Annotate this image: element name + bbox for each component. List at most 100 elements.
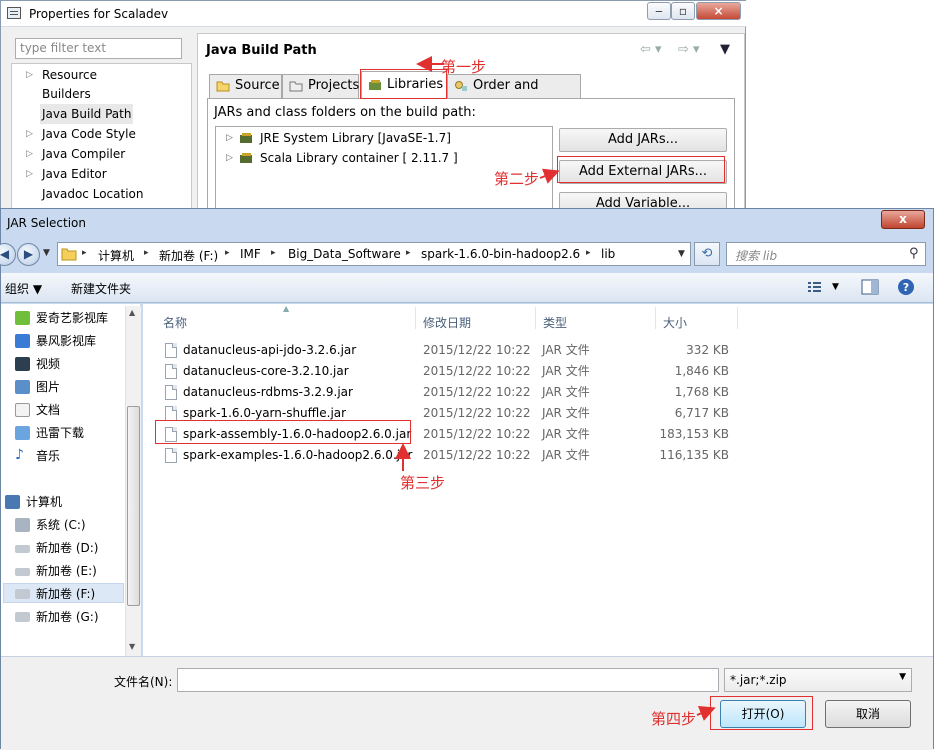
breadcrumb-imf[interactable]: IMF bbox=[240, 247, 261, 261]
view-options-icon[interactable] bbox=[806, 279, 824, 295]
back-arrow-icon[interactable]: ⇦ ▾ bbox=[640, 42, 662, 57]
nav-item-drive-f[interactable]: 新加卷 (F:) bbox=[3, 583, 124, 603]
nav-item-drive-e[interactable]: 新加卷 (E:) bbox=[15, 561, 123, 581]
properties-close-button[interactable]: × bbox=[696, 2, 741, 20]
tree-item-java-compiler[interactable]: ▷ Java Compiler bbox=[12, 144, 191, 164]
breadcrumb-lib[interactable]: lib bbox=[601, 247, 615, 261]
breadcrumb-separator-icon[interactable]: ▸ bbox=[271, 248, 276, 258]
column-divider[interactable] bbox=[535, 307, 536, 329]
classpath-item[interactable]: ▷ JRE System Library [JavaSE-1.7] bbox=[216, 128, 552, 148]
tree-item-java-editor[interactable]: ▷ Java Editor bbox=[12, 164, 191, 184]
file-row[interactable]: spark-examples-1.6.0-hadoop2.6.0.jar 201… bbox=[155, 445, 755, 466]
search-icon[interactable]: ⚲ bbox=[909, 246, 919, 261]
picture-icon bbox=[15, 380, 30, 394]
nav-item-iqiyi[interactable]: 爱奇艺影视库 bbox=[15, 308, 123, 328]
tree-item-java-code-style[interactable]: ▷ Java Code Style bbox=[12, 124, 191, 144]
help-icon[interactable]: ? bbox=[897, 278, 915, 296]
dialog-close-button[interactable]: x bbox=[881, 210, 925, 229]
breadcrumb-separator-icon[interactable]: ▸ bbox=[225, 248, 230, 258]
filter-input[interactable]: type filter text bbox=[15, 38, 182, 59]
nav-item-label: 暴风影视库 bbox=[36, 334, 97, 348]
highlight-libraries-tab bbox=[360, 69, 447, 99]
file-row[interactable]: datanucleus-rdbms-3.2.9.jar 2015/12/22 1… bbox=[155, 382, 755, 403]
preview-pane-icon[interactable] bbox=[861, 279, 879, 295]
file-icon bbox=[165, 364, 177, 379]
file-size: 1,768 KB bbox=[674, 385, 729, 399]
column-size[interactable]: 大小 bbox=[663, 314, 687, 331]
nav-item-pictures[interactable]: 图片 bbox=[15, 377, 123, 397]
back-icon[interactable]: ◀ bbox=[0, 243, 16, 266]
file-row[interactable]: datanucleus-core-3.2.10.jar 2015/12/22 1… bbox=[155, 361, 755, 382]
file-name: datanucleus-api-jdo-3.2.6.jar bbox=[183, 343, 357, 357]
scroll-up-icon[interactable]: ▲ bbox=[129, 308, 135, 317]
address-dropdown-icon[interactable]: ▼ bbox=[678, 249, 685, 259]
breadcrumb-drive-f[interactable]: 新加卷 (F:) bbox=[159, 247, 218, 264]
classpath-item[interactable]: ▷ Scala Library container [ 2.11.7 ] bbox=[216, 148, 552, 168]
properties-tree: ▷ Resource Builders Java Build Path ▷ Ja… bbox=[11, 63, 192, 211]
nav-item-computer[interactable]: 计算机 bbox=[5, 492, 123, 512]
file-name: datanucleus-core-3.2.10.jar bbox=[183, 364, 349, 378]
tab-projects[interactable]: Projects bbox=[282, 74, 359, 98]
view-dropdown-icon[interactable]: ▼ bbox=[832, 282, 839, 292]
expand-arrow-icon[interactable]: ▷ bbox=[226, 128, 233, 148]
add-jars-button[interactable]: Add JARs... bbox=[559, 128, 727, 152]
tree-item-java-build-path[interactable]: Java Build Path bbox=[12, 104, 191, 124]
tree-item-javadoc-location[interactable]: Javadoc Location bbox=[12, 184, 191, 204]
expand-arrow-icon[interactable]: ▷ bbox=[26, 124, 33, 144]
column-divider[interactable] bbox=[655, 307, 656, 329]
tree-item-label: Java Code Style bbox=[42, 127, 136, 141]
nav-item-label: 新加卷 (D:) bbox=[36, 541, 99, 555]
file-type: JAR 文件 bbox=[542, 364, 590, 378]
filename-input[interactable] bbox=[177, 668, 719, 692]
classpath-item-label: JRE System Library [JavaSE-1.7] bbox=[260, 131, 451, 145]
expand-arrow-icon[interactable]: ▷ bbox=[26, 164, 33, 184]
breadcrumb-separator-icon[interactable]: ▸ bbox=[406, 248, 411, 258]
drive-icon bbox=[15, 612, 30, 622]
view-menu-icon[interactable]: ▼ bbox=[720, 42, 730, 57]
maximize-button[interactable]: ▫ bbox=[671, 2, 695, 20]
tree-item-resource[interactable]: ▷ Resource bbox=[12, 65, 191, 85]
breadcrumb-computer[interactable]: 计算机 bbox=[98, 247, 134, 264]
cancel-button[interactable]: 取消 bbox=[825, 700, 911, 728]
column-divider[interactable] bbox=[415, 307, 416, 329]
breadcrumb-big-data-software[interactable]: Big_Data_Software bbox=[288, 247, 401, 261]
filename-label: 文件名(N): bbox=[114, 675, 173, 689]
scroll-down-icon[interactable]: ▼ bbox=[129, 642, 135, 651]
nav-scrollbar[interactable]: ▲ ▼ bbox=[125, 306, 141, 656]
breadcrumb-separator-icon[interactable]: ▸ bbox=[586, 248, 591, 258]
forward-icon[interactable]: ▶ bbox=[17, 243, 40, 266]
column-type[interactable]: 类型 bbox=[543, 314, 567, 331]
file-row[interactable]: datanucleus-api-jdo-3.2.6.jar 2015/12/22… bbox=[155, 340, 755, 361]
nav-item-xunlei[interactable]: 迅雷下载 bbox=[15, 423, 123, 443]
column-date[interactable]: 修改日期 bbox=[423, 314, 471, 331]
organize-button[interactable]: 组织 ▼ bbox=[5, 280, 42, 297]
nav-item-music[interactable]: ♪ 音乐 bbox=[15, 446, 123, 466]
tree-item-builders[interactable]: Builders bbox=[12, 84, 191, 104]
breadcrumb-spark[interactable]: spark-1.6.0-bin-hadoop2.6 bbox=[421, 247, 580, 261]
refresh-icon[interactable]: ⟲ bbox=[694, 242, 720, 266]
search-input[interactable]: 搜索 lib ⚲ bbox=[726, 242, 926, 266]
new-folder-button[interactable]: 新建文件夹 bbox=[71, 280, 131, 297]
nav-item-videos[interactable]: 视频 bbox=[15, 354, 123, 374]
column-divider[interactable] bbox=[737, 307, 738, 329]
minimize-button[interactable]: ‒ bbox=[647, 2, 671, 20]
nav-item-drive-c[interactable]: 系统 (C:) bbox=[15, 515, 123, 535]
filetype-select[interactable]: *.jar;*.zip ▼ bbox=[724, 668, 912, 692]
expand-arrow-icon[interactable]: ▷ bbox=[26, 65, 33, 85]
tab-order-and-export[interactable]: Order and Export bbox=[447, 74, 581, 115]
column-name[interactable]: 名称 bbox=[163, 314, 187, 331]
breadcrumb-separator-icon[interactable]: ▸ bbox=[144, 248, 149, 258]
scrollbar-thumb[interactable] bbox=[127, 406, 140, 606]
nav-item-drive-d[interactable]: 新加卷 (D:) bbox=[15, 538, 123, 558]
expand-arrow-icon[interactable]: ▷ bbox=[26, 144, 33, 164]
forward-arrow-icon[interactable]: ⇨ ▾ bbox=[678, 42, 700, 57]
address-bar[interactable]: ▸ 计算机 ▸ 新加卷 (F:) ▸ IMF ▸ Big_Data_Softwa… bbox=[57, 242, 691, 266]
recent-locations-icon[interactable]: ▼ bbox=[43, 248, 50, 258]
chevron-down-icon[interactable]: ▼ bbox=[899, 672, 906, 682]
tab-label: Source bbox=[235, 78, 280, 93]
nav-item-baofeng[interactable]: 暴风影视库 bbox=[15, 331, 123, 351]
tab-source[interactable]: Source bbox=[209, 74, 282, 98]
nav-item-drive-g[interactable]: 新加卷 (G:) bbox=[15, 607, 123, 627]
nav-item-documents[interactable]: 文档 bbox=[15, 400, 123, 420]
expand-arrow-icon[interactable]: ▷ bbox=[226, 148, 233, 168]
